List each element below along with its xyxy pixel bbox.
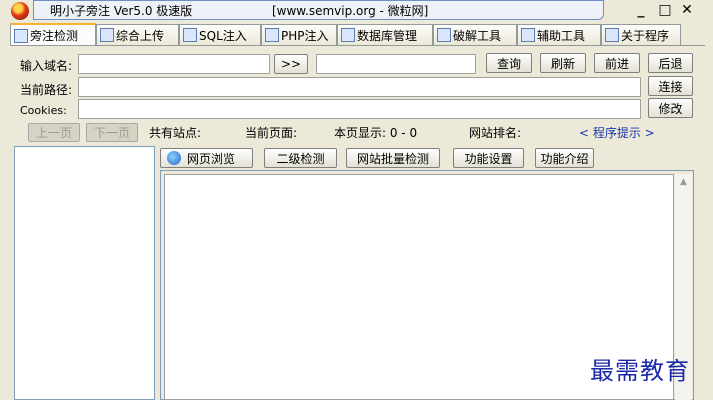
program-hint-link[interactable]: < 程序提示 > — [579, 124, 655, 141]
php-file-icon — [265, 28, 279, 42]
app-title: 明小子旁注 Ver5.0 极速版 — [50, 4, 193, 18]
tab-crack-tools[interactable]: 破解工具 — [433, 24, 517, 45]
page-display-label: 本页显示: 0 - 0 — [334, 126, 418, 140]
tab-sql-injection[interactable]: SQL注入 — [179, 24, 261, 45]
cookies-label: Cookies: — [20, 104, 67, 117]
tab-php-injection[interactable]: PHP注入 — [261, 24, 337, 45]
batch-check-button[interactable]: 网站批量检测 — [346, 148, 440, 168]
tab-label: SQL注入 — [199, 28, 247, 43]
refresh-button[interactable]: 刷新 — [540, 53, 586, 73]
arrow-button[interactable]: >> — [274, 54, 308, 74]
watermark-text: 最需教育 — [590, 357, 690, 385]
tab-side-injection[interactable]: 旁注检测 — [10, 23, 96, 46]
main-tab-strip: 旁注检测 综合上传 SQL注入 PHP注入 数据库管理 破解工具 辅助工具 关于… — [10, 23, 705, 46]
ip-input[interactable] — [316, 54, 476, 74]
tab-divider — [10, 45, 705, 46]
connect-button[interactable]: 连接 — [648, 76, 693, 96]
tab-label: 旁注检测 — [30, 29, 79, 43]
radar-icon — [14, 28, 28, 43]
database-icon — [341, 28, 355, 42]
site-title: [www.semvip.org - 微粒网] — [272, 4, 429, 18]
app-icon — [11, 2, 29, 20]
intro-button[interactable]: 功能介绍 — [535, 148, 594, 168]
next-page-button[interactable]: 下一页 — [86, 123, 138, 142]
web-browse-label: 网页浏览 — [187, 151, 236, 166]
tab-helper-tools[interactable]: 辅助工具 — [517, 24, 601, 45]
domain-input[interactable] — [78, 54, 270, 74]
maximize-button[interactable]: □ — [656, 1, 674, 19]
tab-upload[interactable]: 综合上传 — [96, 24, 179, 45]
book-icon — [605, 28, 619, 42]
domain-label: 输入域名: — [20, 59, 73, 73]
ie-icon — [167, 151, 181, 165]
helper-tool-icon — [521, 28, 535, 42]
crack-tool-icon — [437, 28, 451, 42]
scroll-up-icon[interactable]: ▲ — [675, 174, 692, 191]
query-button[interactable]: 查询 — [486, 53, 532, 73]
close-button[interactable]: ✕ — [678, 1, 696, 19]
site-list-panel[interactable] — [14, 146, 155, 400]
site-rank-label: 网站排名: — [469, 126, 522, 140]
tab-about[interactable]: 关于程序 — [601, 24, 681, 45]
modify-button[interactable]: 修改 — [648, 98, 693, 118]
prev-page-button[interactable]: 上一页 — [28, 123, 80, 142]
web-browse-button[interactable]: 网页浏览 — [160, 148, 253, 168]
tab-label: 数据库管理 — [357, 28, 418, 43]
upload-icon — [100, 28, 114, 42]
path-label: 当前路径: — [20, 83, 73, 97]
path-input[interactable] — [78, 77, 641, 97]
tab-label: 综合上传 — [116, 28, 165, 43]
minimize-button[interactable]: _ — [632, 1, 650, 19]
cookies-input[interactable] — [78, 99, 641, 119]
tab-label: PHP注入 — [281, 28, 329, 43]
total-sites-label: 共有站点: — [149, 126, 202, 140]
magnifier-icon — [183, 28, 197, 42]
settings-button[interactable]: 功能设置 — [453, 148, 524, 168]
forward-button[interactable]: 前进 — [594, 53, 640, 73]
tab-label: 破解工具 — [453, 28, 502, 43]
back-button[interactable]: 后退 — [648, 53, 693, 73]
current-page-label: 当前页面: — [245, 126, 298, 140]
tab-label: 辅助工具 — [537, 28, 586, 43]
second-level-check-button[interactable]: 二级检测 — [264, 148, 337, 168]
tab-database[interactable]: 数据库管理 — [337, 24, 433, 45]
tab-label: 关于程序 — [621, 28, 670, 43]
